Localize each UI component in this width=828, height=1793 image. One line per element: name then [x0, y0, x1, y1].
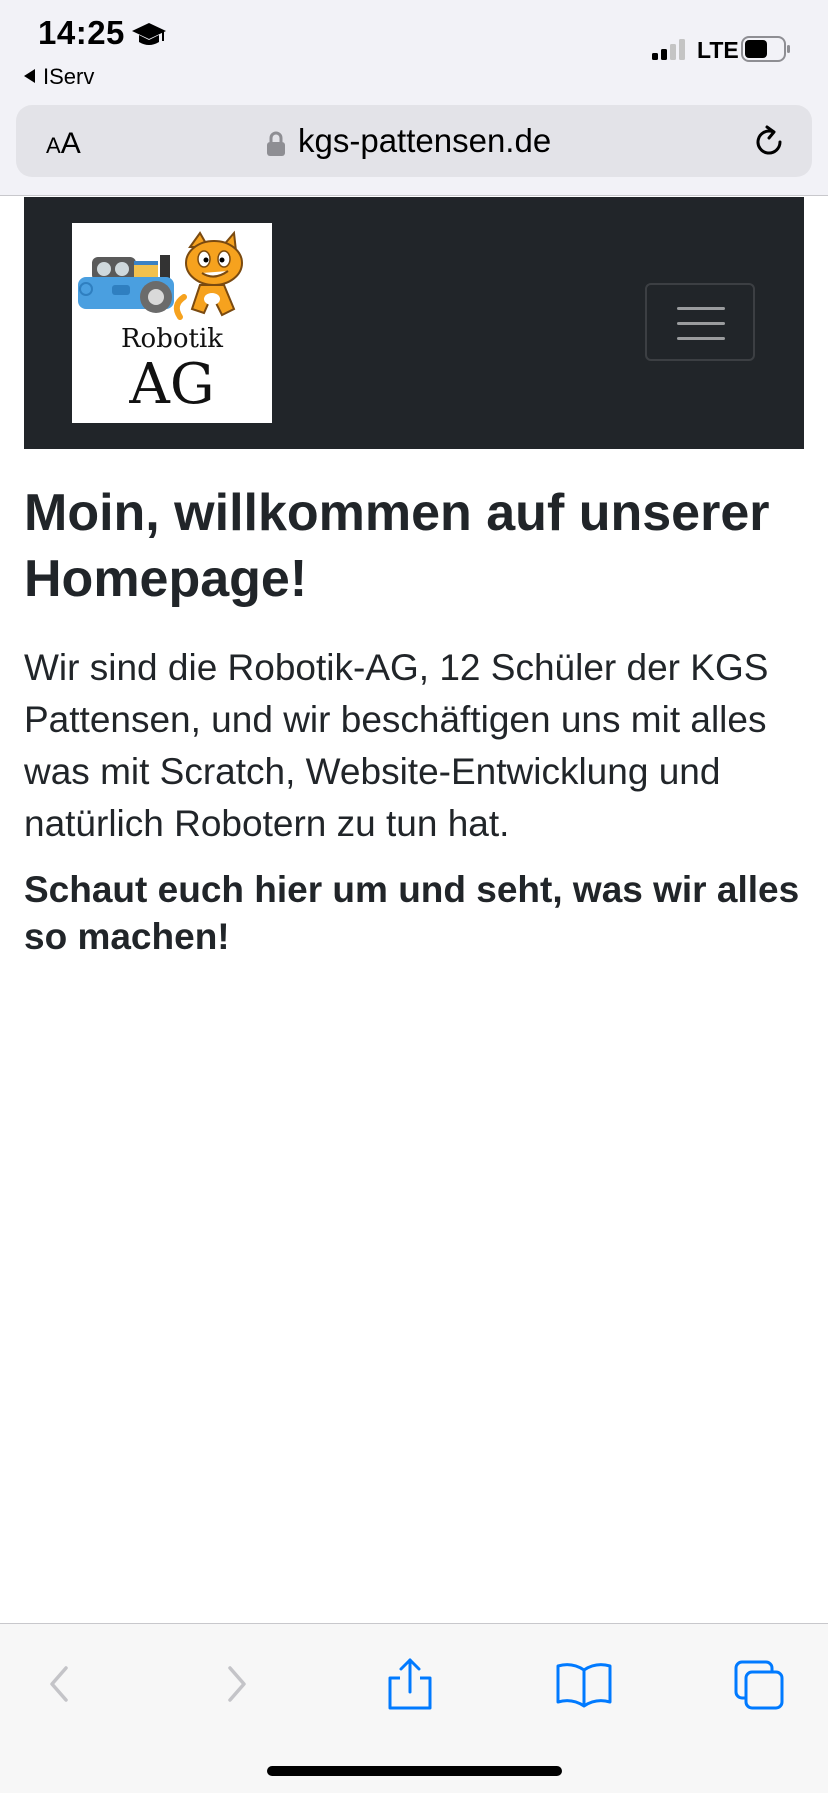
- status-bar: 14:25 IServ LTE: [0, 0, 828, 100]
- status-time: 14:25: [38, 14, 125, 51]
- graduation-cap-icon: [132, 23, 166, 45]
- bookmarks-icon[interactable]: [554, 1654, 614, 1714]
- lock-icon: [267, 131, 285, 156]
- robotik-ag-logo[interactable]: Robotik AG: [72, 223, 272, 423]
- signal-icon: [652, 39, 685, 60]
- reload-icon[interactable]: [750, 123, 788, 161]
- call-to-action-text: Schaut euch hier um und seht, was wir al…: [24, 869, 800, 957]
- battery-icon: [741, 36, 790, 62]
- tabs-icon[interactable]: [730, 1654, 790, 1714]
- site-navbar: Robotik AG: [24, 197, 804, 449]
- logo-text-line1: Robotik: [121, 324, 223, 354]
- back-icon[interactable]: [30, 1654, 90, 1714]
- back-app-label: IServ: [43, 64, 95, 89]
- share-icon[interactable]: [380, 1654, 440, 1714]
- home-indicator[interactable]: [267, 1766, 562, 1776]
- page-title: Moin, willkommen auf unserer Homepage!: [24, 484, 770, 608]
- navbar-toggle-button[interactable]: [645, 283, 755, 361]
- logo-text-line2: AG: [128, 352, 214, 417]
- address-bar[interactable]: AA kgs-pattensen.de: [16, 105, 812, 177]
- back-to-app-link[interactable]: IServ: [24, 64, 94, 90]
- back-arrow-icon: [24, 69, 35, 83]
- logo-artwork: Robotik AG: [78, 230, 243, 417]
- network-type: LTE: [697, 37, 739, 63]
- hamburger-menu-icon: [677, 307, 725, 310]
- forward-icon[interactable]: [206, 1654, 266, 1714]
- browser-address-area: AA kgs-pattensen.de: [0, 100, 828, 196]
- text-size-button[interactable]: AA: [46, 127, 81, 161]
- intro-paragraph: Wir sind die Robotik-AG, 12 Schüler der …: [24, 647, 769, 844]
- main-content: Moin, willkommen auf unserer Homepage! W…: [24, 480, 808, 960]
- url-text[interactable]: kgs-pattensen.de: [298, 122, 551, 160]
